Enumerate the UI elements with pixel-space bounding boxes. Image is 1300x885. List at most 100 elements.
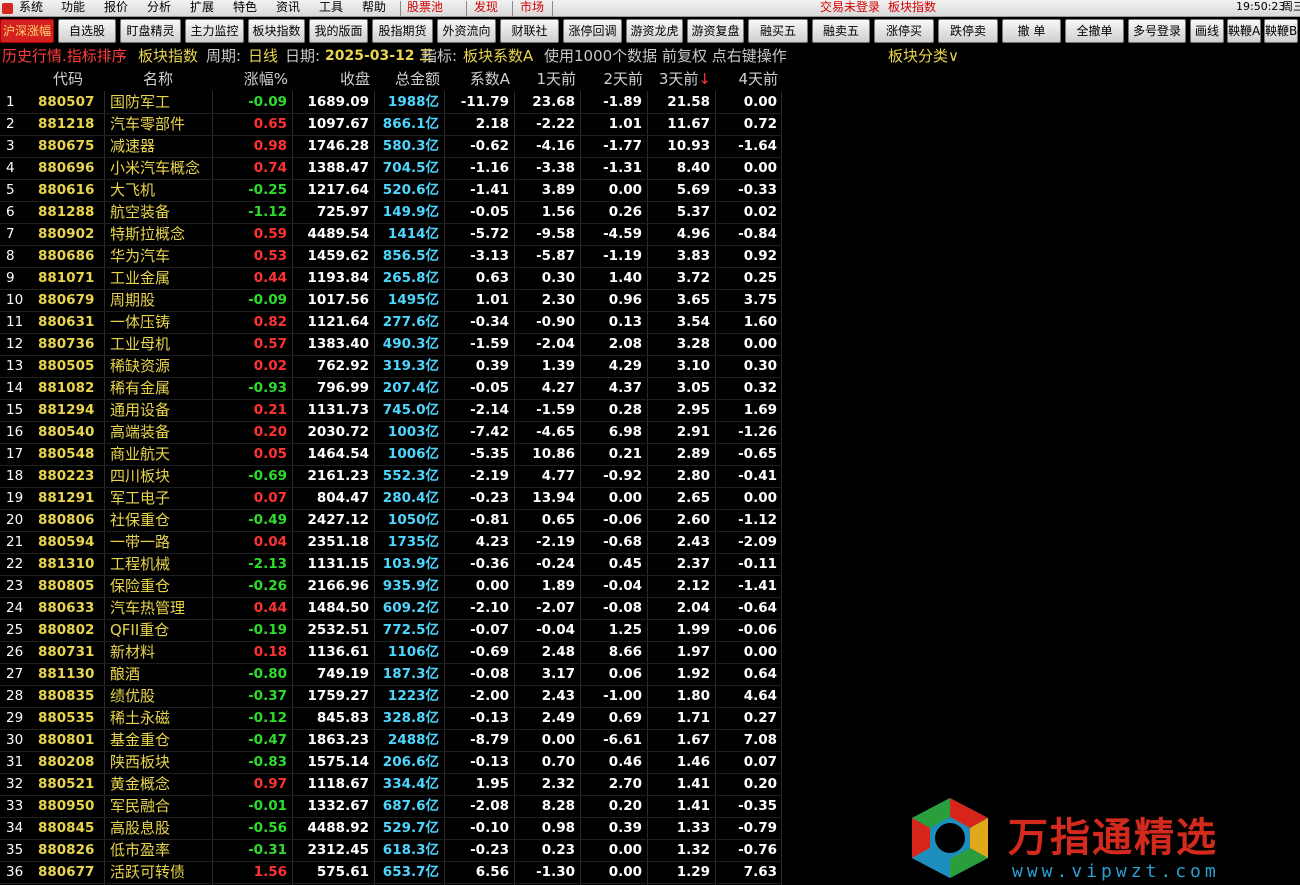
menu-discover[interactable]: 发现 bbox=[474, 0, 498, 17]
toolbar-button-9[interactable]: 涨停回调 bbox=[563, 19, 622, 43]
table-row[interactable]: 25 880802 QFII重仓 -0.19 2532.51 772.5亿 -0.07 -0.… bbox=[0, 619, 782, 641]
table-row[interactable]: 13 880505 稀缺资源 0.02 762.92 319.3亿 0.39 1.39 4.29… bbox=[0, 355, 782, 377]
table-row[interactable]: 22 881310 工程机械 -2.13 1131.15 103.9亿 -0.36 -0.24… bbox=[0, 553, 782, 575]
toolbar-button-13[interactable]: 融卖五 bbox=[812, 19, 870, 43]
table-row[interactable]: 24 880633 汽车热管理 0.44 1484.50 609.2亿 -2.10 -2.07… bbox=[0, 597, 782, 619]
table-row[interactable]: 26 880731 新材料 0.18 1136.61 1106亿 -0.69 2.48 8.66… bbox=[0, 641, 782, 663]
indicator-label: 指标: bbox=[422, 47, 458, 65]
col-header[interactable]: 名称 bbox=[104, 67, 212, 91]
menu-item[interactable]: 系统 bbox=[19, 0, 43, 17]
toolbar-button-14[interactable]: 涨停买 bbox=[874, 19, 934, 43]
toolbar-button-6[interactable]: 股指期货 bbox=[372, 19, 433, 43]
table-row[interactable]: 16 880540 高端装备 0.20 2030.72 1003亿 -7.42 -4.65 6.… bbox=[0, 421, 782, 443]
menu-market[interactable]: 市场 bbox=[520, 0, 544, 17]
day4-ago: 1.69 bbox=[743, 402, 777, 418]
sector-code: 881082 bbox=[38, 380, 95, 396]
toolbar-button-7[interactable]: 外资流向 bbox=[437, 19, 496, 43]
row-divider bbox=[0, 377, 782, 378]
coef-a: 1.01 bbox=[475, 292, 509, 308]
table-row[interactable]: 2 881218 汽车零部件 0.65 1097.67 866.1亿 2.18 -2.22 1.… bbox=[0, 113, 782, 135]
change-pct: 0.57 bbox=[253, 336, 287, 352]
sector-code: 881291 bbox=[38, 490, 95, 506]
table-row[interactable]: 30 880801 基金重仓 -0.47 1863.23 2488亿 -8.79 0.00 -6… bbox=[0, 729, 782, 751]
table-row[interactable]: 6 881288 航空装备 -1.12 725.97 149.9亿 -0.05 1.56 0.2… bbox=[0, 201, 782, 223]
table-row[interactable]: 31 880208 陕西板块 -0.83 1575.14 206.6亿 -0.13 0.70 0… bbox=[0, 751, 782, 773]
history-title[interactable]: 历史行情.指标排序 bbox=[2, 45, 127, 67]
day1-ago: 2.48 bbox=[541, 644, 575, 660]
category-label[interactable]: 板块指数 bbox=[138, 45, 198, 67]
menu-item[interactable]: 资讯 bbox=[276, 0, 300, 17]
toolbar-button-2[interactable]: 盯盘精灵 bbox=[120, 19, 181, 43]
day2-ago: 0.96 bbox=[608, 292, 642, 308]
table-row[interactable]: 29 880535 稀土永磁 -0.12 845.83 328.8亿 -0.13 2.49 0.… bbox=[0, 707, 782, 729]
period-value[interactable]: 日线 bbox=[248, 45, 278, 67]
toolbar-button-19[interactable]: 画线 bbox=[1190, 19, 1224, 43]
menu-item[interactable]: 帮助 bbox=[362, 0, 386, 17]
col-header[interactable]: 2天前 bbox=[580, 67, 647, 91]
sector-code: 880826 bbox=[38, 842, 95, 858]
table-row[interactable]: 28 880835 绩优股 -0.37 1759.27 1223亿 -2.00 2.43 -1.… bbox=[0, 685, 782, 707]
toolbar-button-11[interactable]: 游资复盘 bbox=[687, 19, 744, 43]
table-row[interactable]: 36 880677 活跃可转债 1.56 575.61 653.7亿 6.56 -1.30 0.… bbox=[0, 861, 782, 883]
toolbar-button-10[interactable]: 游资龙虎 bbox=[626, 19, 683, 43]
menu-item[interactable]: 工具 bbox=[319, 0, 343, 17]
day4-ago: 0.72 bbox=[743, 116, 777, 132]
table-row[interactable]: 34 880845 高股息股 -0.56 4488.92 529.7亿 -0.10 0.98 0… bbox=[0, 817, 782, 839]
col-header[interactable]: 1天前 bbox=[514, 67, 580, 91]
col-header[interactable]: 收盘 bbox=[292, 67, 374, 91]
date-value[interactable]: 2025-03-12 三 bbox=[325, 45, 433, 67]
row-index: 3 bbox=[6, 138, 15, 154]
toolbar-button-3[interactable]: 主力监控 bbox=[185, 19, 244, 43]
col-header[interactable]: 涨幅% bbox=[212, 67, 292, 91]
table-row[interactable]: 33 880950 军民融合 -0.01 1332.67 687.6亿 -2.08 8.28 0… bbox=[0, 795, 782, 817]
menu-item[interactable]: 分析 bbox=[147, 0, 171, 17]
menu-item[interactable]: 特色 bbox=[233, 0, 257, 17]
sector-classify-dropdown[interactable]: 板块分类∨ bbox=[888, 45, 959, 67]
table-row[interactable]: 15 881294 通用设备 0.21 1131.73 745.0亿 -2.14 -1.59 0… bbox=[0, 399, 782, 421]
table-row[interactable]: 19 881291 军工电子 0.07 804.47 280.4亿 -0.23 13.94 0.… bbox=[0, 487, 782, 509]
menu-stock-pool[interactable]: 股票池 bbox=[407, 0, 443, 17]
indicator-value[interactable]: 板块系数A bbox=[463, 45, 533, 67]
toolbar-button-1[interactable]: 自选股 bbox=[58, 19, 116, 43]
table-row[interactable]: 11 880631 一体压铸 0.82 1121.64 277.6亿 -0.34 -0.90 0… bbox=[0, 311, 782, 333]
toolbar-button-17[interactable]: 全撤单 bbox=[1065, 19, 1124, 43]
toolbar-button-5[interactable]: 我的版面 bbox=[309, 19, 368, 43]
table-row[interactable]: 7 880902 特斯拉概念 0.59 4489.54 1414亿 -5.72 -9.58 -4… bbox=[0, 223, 782, 245]
table-row[interactable]: 10 880679 周期股 -0.09 1017.56 1495亿 1.01 2.30 0.96… bbox=[0, 289, 782, 311]
menu-item[interactable]: 功能 bbox=[61, 0, 85, 17]
day2-ago: 0.69 bbox=[608, 710, 642, 726]
table-row[interactable]: 3 880675 减速器 0.98 1746.28 580.3亿 -0.62 -4.16 -1.… bbox=[0, 135, 782, 157]
table-row[interactable]: 35 880826 低市盈率 -0.31 2312.45 618.3亿 -0.23 0.23 0… bbox=[0, 839, 782, 861]
table-row[interactable]: 14 881082 稀有金属 -0.93 796.99 207.4亿 -0.05 4.27 4.… bbox=[0, 377, 782, 399]
table-row[interactable]: 5 880616 大飞机 -0.25 1217.64 520.6亿 -1.41 3.89 0.0… bbox=[0, 179, 782, 201]
col-header[interactable]: 系数A bbox=[444, 67, 514, 91]
toolbar-button-21[interactable]: 鞅鞭B bbox=[1264, 19, 1298, 43]
toolbar-button-8[interactable]: 财联社 bbox=[500, 19, 559, 43]
table-row[interactable]: 23 880805 保险重仓 -0.26 2166.96 935.9亿 0.00 1.89 -0… bbox=[0, 575, 782, 597]
col-header[interactable]: 代码 bbox=[32, 67, 104, 91]
menu-item[interactable]: 报价 bbox=[104, 0, 128, 17]
toolbar-button-0[interactable]: 沪深涨幅 bbox=[0, 19, 54, 43]
table-row[interactable]: 21 880594 一带一路 0.04 2351.18 1735亿 4.23 -2.19 -0.… bbox=[0, 531, 782, 553]
table-row[interactable]: 1 880507 国防军工 -0.09 1689.09 1988亿 -11.79 23.68 -… bbox=[0, 91, 782, 113]
menu-item[interactable]: 扩展 bbox=[190, 0, 214, 17]
col-header[interactable]: 4天前 bbox=[715, 67, 782, 91]
table-row[interactable]: 8 880686 华为汽车 0.53 1459.62 856.5亿 -3.13 -5.87 -1… bbox=[0, 245, 782, 267]
table-row[interactable]: 17 880548 商业航天 0.05 1464.54 1006亿 -5.35 10.86 0.… bbox=[0, 443, 782, 465]
table-row[interactable]: 20 880806 社保重仓 -0.49 2427.12 1050亿 -0.81 0.65 -0… bbox=[0, 509, 782, 531]
toolbar-button-18[interactable]: 多号登录 bbox=[1128, 19, 1186, 43]
toolbar-button-16[interactable]: 撤 单 bbox=[1002, 19, 1061, 43]
toolbar-button-15[interactable]: 跌停卖 bbox=[938, 19, 998, 43]
table-row[interactable]: 12 880736 工业母机 0.57 1383.40 490.3亿 -1.59 -2.04 2… bbox=[0, 333, 782, 355]
col-header[interactable]: 总金额 bbox=[374, 67, 444, 91]
table-row[interactable]: 18 880223 四川板块 -0.69 2161.23 552.3亿 -2.19 4.77 -… bbox=[0, 465, 782, 487]
day3-ago: 2.12 bbox=[676, 578, 710, 594]
table-row[interactable]: 27 881130 酿酒 -0.80 749.19 187.3亿 -0.08 3.17 0.06… bbox=[0, 663, 782, 685]
table-row[interactable]: 9 881071 工业金属 0.44 1193.84 265.8亿 0.63 0.30 1.40… bbox=[0, 267, 782, 289]
col-header[interactable]: 3天前↓ bbox=[647, 67, 715, 91]
table-row[interactable]: 4 880696 小米汽车概念 0.74 1388.47 704.5亿 -1.16 -3.38… bbox=[0, 157, 782, 179]
toolbar-button-12[interactable]: 融买五 bbox=[748, 19, 808, 43]
toolbar-button-20[interactable]: 鞅鞭A bbox=[1227, 19, 1261, 43]
table-row[interactable]: 32 880521 黄金概念 0.97 1118.67 334.4亿 1.95 2.32 2.7… bbox=[0, 773, 782, 795]
toolbar-button-4[interactable]: 板块指数 bbox=[248, 19, 305, 43]
